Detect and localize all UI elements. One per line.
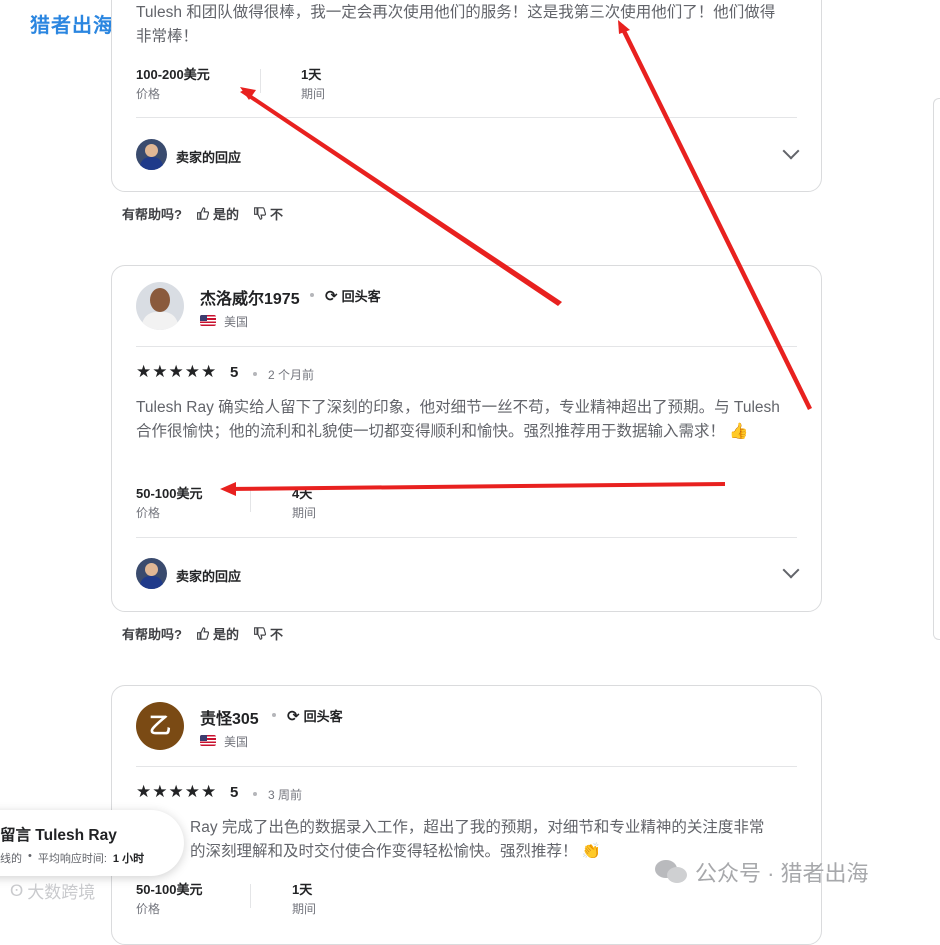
helpful-no-label: 不 bbox=[269, 627, 283, 642]
review-text: Tulesh Ray 确实给人留下了深刻的印象，他对细节一丝不苟，专业精神超出了… bbox=[136, 399, 780, 440]
rating-value: 5 bbox=[230, 784, 239, 801]
watermark-bottom-right: 公众号 · 猎者出海 bbox=[655, 856, 869, 888]
separator-dot: • bbox=[28, 850, 32, 862]
wechat-icon bbox=[655, 860, 687, 884]
helpful-no-label: 不 bbox=[269, 207, 283, 222]
stat-divider bbox=[260, 69, 261, 93]
watermark-logo-icon: ʘ bbox=[10, 880, 24, 900]
contact-status-row: 线的 • 平均响应时间: 1 小时 bbox=[0, 850, 144, 866]
review-date: 2 个月前 bbox=[268, 368, 315, 382]
helpful-yes-label: 是的 bbox=[212, 207, 239, 222]
review-text-line: Ray 完成了出色的数据录入工作，超出了我的预期，对细节和专业精神的关注度非常 bbox=[190, 819, 765, 836]
watermark-text: 公众号 · 猎者出海 bbox=[695, 861, 869, 886]
rating-value: 5 bbox=[230, 364, 239, 381]
duration-label: 期间 bbox=[301, 87, 326, 101]
price-value: 100-200美元 bbox=[136, 67, 210, 82]
price-label: 价格 bbox=[136, 87, 161, 101]
helpful-row: 有帮助吗? 是的 不 bbox=[122, 204, 283, 223]
us-flag-icon bbox=[200, 735, 216, 746]
separator-dot bbox=[253, 372, 257, 376]
review-text: Tulesh 和团队做得很棒，我一定会再次使用他们的服务！这是我第三次使用他们了… bbox=[136, 4, 776, 45]
reviewer-name: 责怪305 bbox=[200, 711, 259, 728]
repeat-client-badge: ⟳ 回头客 bbox=[287, 706, 343, 725]
us-flag-icon bbox=[200, 315, 216, 326]
review-card: 杰洛威尔1975 ⟳ 回头客 美国 ★★★★★ 5 2 个月前 Tulesh R… bbox=[111, 265, 822, 612]
helpful-question: 有帮助吗? bbox=[122, 207, 182, 222]
star-rating: ★★★★★ bbox=[136, 782, 218, 801]
response-time-label: 平均响应时间: bbox=[37, 853, 107, 865]
contact-seller-popup[interactable]: 留言 Tulesh Ray 线的 • 平均响应时间: 1 小时 bbox=[0, 810, 184, 876]
scrollbar[interactable] bbox=[933, 98, 940, 640]
chevron-down-icon[interactable] bbox=[782, 142, 800, 160]
separator-dot bbox=[253, 792, 257, 796]
stat-divider bbox=[250, 884, 251, 908]
repeat-label: 回头客 bbox=[341, 289, 381, 304]
divider bbox=[136, 346, 797, 347]
reviewer-country: 美国 bbox=[224, 315, 249, 329]
chevron-down-icon[interactable] bbox=[782, 561, 800, 579]
duration-value: 1天 bbox=[301, 67, 322, 82]
online-status: 线的 bbox=[0, 853, 22, 865]
thumbs-up-icon bbox=[197, 627, 209, 640]
watermark-bottom-left: ʘ 大数跨境 bbox=[10, 878, 95, 903]
helpful-no-button[interactable]: 不 bbox=[253, 204, 283, 223]
duration-value: 4天 bbox=[292, 486, 313, 501]
reviewer-country: 美国 bbox=[224, 735, 249, 749]
repeat-icon: ⟳ bbox=[325, 287, 338, 305]
repeat-client-badge: ⟳ 回头客 bbox=[325, 286, 381, 305]
review-date: 3 周前 bbox=[268, 788, 303, 802]
reviewer-avatar bbox=[136, 282, 184, 330]
thumbs-down-icon bbox=[254, 627, 266, 640]
thumbs-down-icon bbox=[254, 207, 266, 220]
reviewer-avatar: 乙 bbox=[136, 702, 184, 750]
thumbs-up-icon bbox=[197, 207, 209, 220]
price-value: 50-100美元 bbox=[136, 486, 203, 501]
star-rating: ★★★★★ bbox=[136, 362, 218, 381]
duration-label: 期间 bbox=[292, 506, 317, 520]
helpful-yes-label: 是的 bbox=[212, 627, 239, 642]
repeat-icon: ⟳ bbox=[287, 707, 300, 725]
price-label: 价格 bbox=[136, 506, 161, 520]
separator-dot bbox=[310, 293, 314, 297]
repeat-label: 回头客 bbox=[303, 709, 343, 724]
helpful-yes-button[interactable]: 是的 bbox=[196, 204, 239, 223]
helpful-no-button[interactable]: 不 bbox=[253, 624, 283, 643]
helpful-yes-button[interactable]: 是的 bbox=[196, 624, 239, 643]
stat-divider bbox=[250, 488, 251, 512]
reviewer-name: 杰洛威尔1975 bbox=[200, 291, 300, 308]
review-card: Tulesh 和团队做得很棒，我一定会再次使用他们的服务！这是我第三次使用他们了… bbox=[111, 0, 822, 192]
duration-value: 1天 bbox=[292, 882, 313, 897]
separator-dot bbox=[272, 713, 276, 717]
divider bbox=[136, 766, 797, 767]
helpful-question: 有帮助吗? bbox=[122, 627, 182, 642]
response-time-value: 1 小时 bbox=[112, 853, 145, 865]
seller-response-label: 卖家的回应 bbox=[176, 150, 242, 165]
watermark-text: 大数跨境 bbox=[27, 883, 96, 902]
watermark-logo: 猎者出海 bbox=[30, 15, 114, 37]
price-value: 50-100美元 bbox=[136, 882, 203, 897]
seller-avatar bbox=[136, 558, 167, 589]
divider bbox=[136, 117, 797, 118]
divider bbox=[136, 537, 797, 538]
contact-title: 留言 Tulesh Ray bbox=[0, 827, 117, 844]
helpful-row: 有帮助吗? 是的 不 bbox=[122, 624, 283, 643]
seller-response-label: 卖家的回应 bbox=[176, 569, 242, 584]
seller-avatar bbox=[136, 139, 167, 170]
review-card: 乙 责怪305 ⟳ 回头客 美国 ★★★★★ 5 3 周前 Ray 完成了出色的… bbox=[111, 685, 822, 945]
